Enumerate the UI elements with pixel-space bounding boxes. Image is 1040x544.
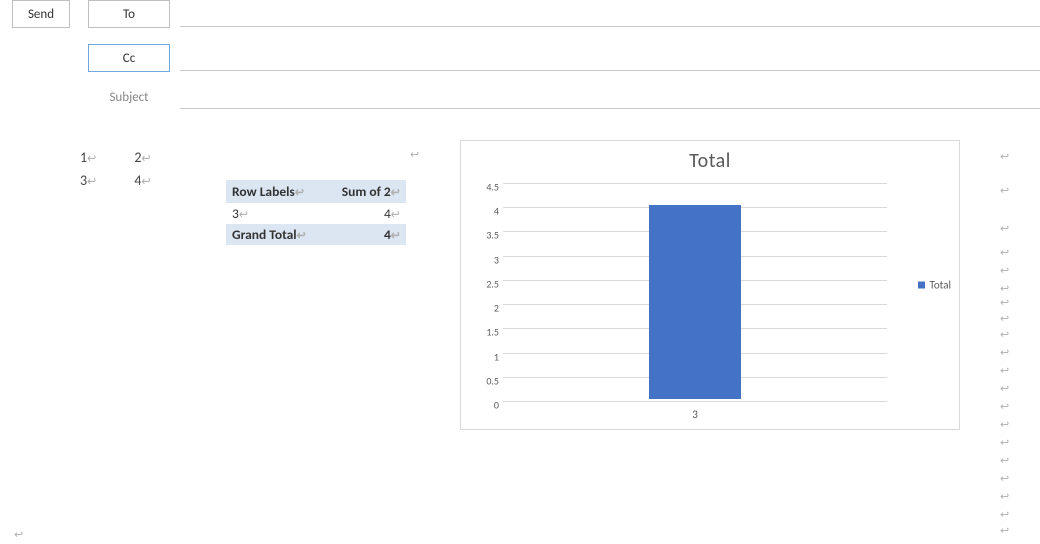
chart[interactable]: Total 0 0.5 1 1.5 2 2.5 3 3.5 4 4.5 3 Total [460,140,960,430]
paragraph-mark-icon: ↩ [1000,310,1009,327]
paragraph-mark-icon: ↩ [1000,244,1009,261]
y-tick-label: 2 [469,302,499,315]
message-body[interactable]: 1↩ 2↩ 3↩ 4↩ ↩ Row Labels↩ Sum of 2↩ 3↩ 4… [10,140,1040,544]
paragraph-mark-icon: ↩ [1000,506,1009,523]
y-tick-label: 4 [469,205,499,218]
paragraph-mark-icon: ↩ [1000,380,1009,397]
pivot-col-header: Sum of 2↩ [325,180,406,203]
paragraph-mark-icon: ↩ [410,148,419,161]
to-field-line[interactable] [180,26,1040,27]
y-tick-label: 3.5 [469,229,499,242]
paragraph-mark-icon: ↩ [1000,434,1009,451]
paragraph-mark-icon: ↩ [1000,488,1009,505]
paragraph-mark-icon: ↩ [1000,470,1009,487]
bar [649,205,741,399]
to-button[interactable]: To [88,0,170,28]
paragraph-mark-icon: ↩ [1000,326,1009,343]
paragraph-mark-icon: ↩ [1000,362,1009,379]
pivot-grand-total-row: Grand Total↩ 4↩ [226,224,406,245]
y-tick-label: 0 [469,399,499,412]
y-tick-label: 3 [469,253,499,266]
paragraph-mark-icon: ↩ [1000,344,1009,361]
chart-legend: Total [918,279,951,292]
paragraph-mark-icon: ↩ [1000,416,1009,433]
pivot-col-header: Row Labels↩ [226,180,325,203]
mini-cell: 2 [134,149,141,166]
paragraph-mark-icon: ↩ [1000,262,1009,279]
paragraph-mark-icon: ↩ [1000,182,1009,199]
paragraph-mark-icon: ↩ [1000,148,1009,165]
paragraph-mark-icon: ↩ [1000,220,1009,237]
y-tick-label: 1 [469,350,499,363]
mini-cell: 1 [80,149,87,166]
paragraph-mark-icon: ↩ [1000,452,1009,469]
y-tick-label: 2.5 [469,277,499,290]
paragraph-mark-icon: ↩ [14,528,23,541]
subject-field-line[interactable] [180,108,1040,109]
grid-line [503,401,887,402]
paragraph-mark-icon: ↩ [1000,522,1009,539]
chart-x-category: 3 [503,408,887,421]
legend-swatch-icon [918,282,925,289]
legend-label: Total [929,279,951,292]
chart-title: Total [469,149,951,173]
subject-label: Subject [88,90,170,105]
cc-button[interactable]: Cc [88,44,170,72]
mini-data-table: 1↩ 2↩ 3↩ 4↩ [60,145,171,193]
paragraph-mark-icon: ↩ [1000,294,1009,311]
pivot-table: Row Labels↩ Sum of 2↩ 3↩ 4↩ Grand Total↩… [226,180,406,245]
send-button[interactable]: Send [12,0,70,28]
y-tick-label: 1.5 [469,326,499,339]
paragraph-mark-icon: ↩ [1000,398,1009,415]
mini-cell: 4 [134,172,141,189]
pivot-row: 3↩ 4↩ [226,203,406,224]
cc-field-line[interactable] [180,70,1040,71]
grid-line [503,183,887,184]
mini-cell: 3 [80,172,87,189]
y-tick-label: 0.5 [469,374,499,387]
y-tick-label: 4.5 [469,181,499,194]
